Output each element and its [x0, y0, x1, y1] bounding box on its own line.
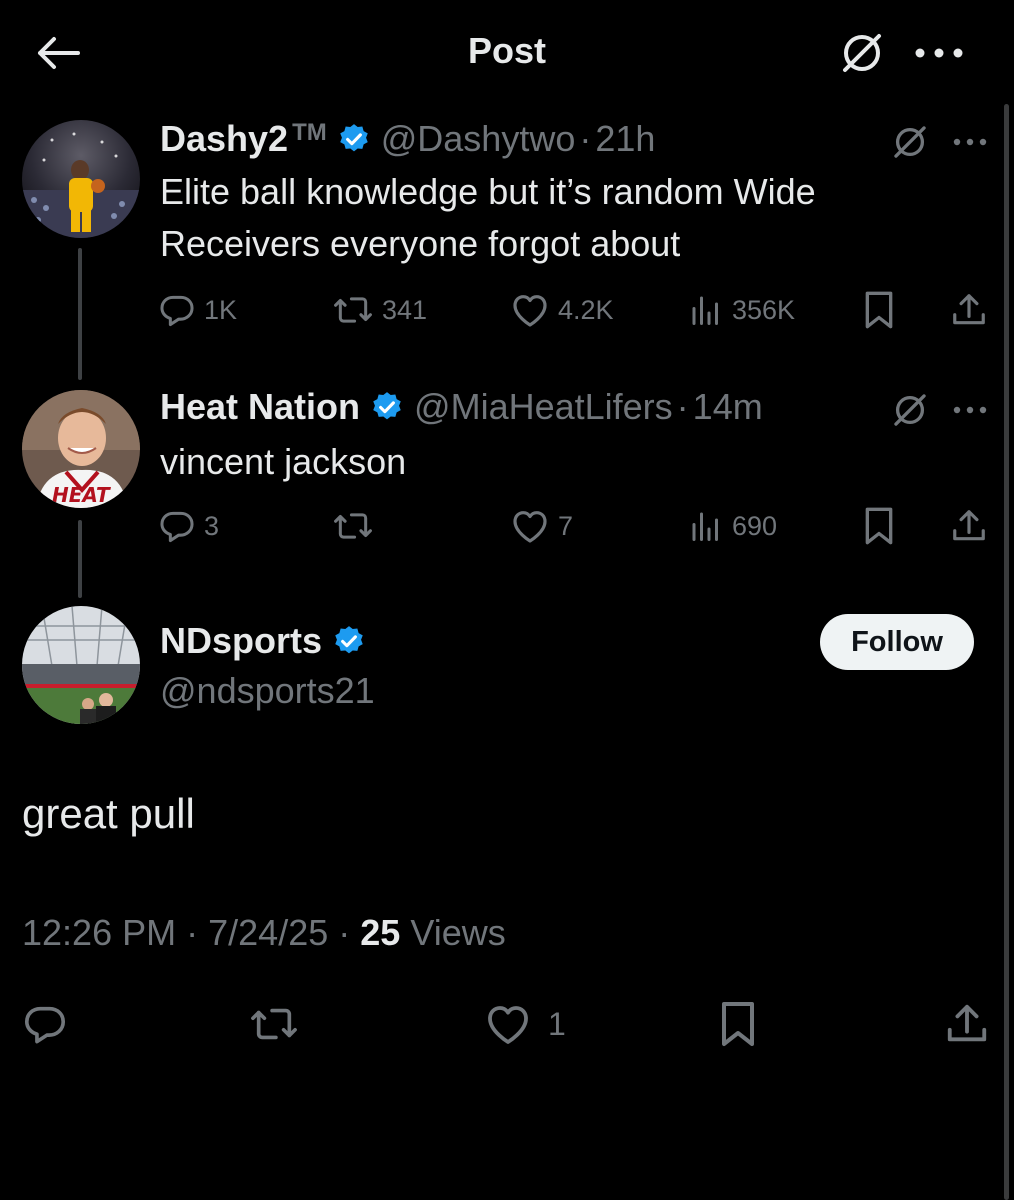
like-count: 4.2K — [558, 294, 614, 325]
share-button[interactable] — [944, 992, 990, 1056]
grok-button[interactable] — [832, 26, 892, 80]
share-button[interactable] — [950, 496, 988, 556]
bookmark-button[interactable] — [862, 496, 896, 556]
views-button[interactable]: 690 — [688, 496, 777, 556]
verified-badge-icon[interactable] — [337, 122, 371, 156]
repost-button[interactable] — [332, 496, 382, 556]
views-count: 356K — [732, 294, 796, 325]
thread-connector-line — [78, 248, 82, 380]
repost-icon — [251, 1008, 297, 1040]
display-name[interactable]: NDsports — [160, 620, 322, 662]
bookmark-button[interactable] — [862, 280, 896, 340]
repost-button[interactable]: 341 — [332, 280, 427, 340]
grok-slash-circle-icon — [894, 394, 926, 426]
share-button[interactable] — [950, 280, 988, 340]
bookmark-icon — [722, 1002, 754, 1046]
post-meta: 12:26 PM · 7/24/25 · 25 Views — [22, 912, 506, 954]
verified-badge-icon[interactable] — [370, 390, 404, 424]
views-count: 690 — [732, 510, 778, 541]
follow-button[interactable]: Follow — [820, 614, 974, 670]
verified-badge-icon[interactable] — [332, 624, 366, 658]
more-button[interactable] — [948, 124, 992, 160]
more-horizontal-icon — [953, 138, 987, 146]
post-time[interactable]: 12:26 PM — [22, 912, 176, 953]
reply-button[interactable] — [22, 992, 68, 1056]
avatar[interactable]: HEAT — [22, 390, 140, 508]
share-upload-icon — [947, 1004, 987, 1042]
separator: · — [186, 912, 199, 953]
post-header: NDsports — [160, 618, 366, 664]
bookmark-icon — [865, 507, 893, 545]
repost-button[interactable] — [248, 992, 300, 1056]
reply-icon — [160, 295, 194, 327]
more-horizontal-icon — [915, 48, 963, 58]
post-text-line: Elite ball knowledge but it’s random Wid… — [160, 171, 816, 212]
handle[interactable]: @MiaHeatLifers — [414, 386, 673, 428]
reply-icon — [160, 511, 194, 543]
like-count: 7 — [558, 510, 574, 541]
post-header: Heat Nation @MiaHeatLifers · 14m — [160, 384, 763, 430]
avatar[interactable] — [22, 606, 140, 724]
like-count: 1 — [548, 1005, 566, 1042]
grok-slash-circle-icon — [894, 126, 926, 158]
more-button[interactable] — [948, 392, 992, 428]
reply-icon — [24, 1006, 66, 1044]
views-chart-icon — [692, 296, 718, 325]
main-action-bar: 1 — [0, 992, 1014, 1056]
share-upload-icon — [953, 294, 985, 325]
handle[interactable]: @Dashytwo — [381, 118, 576, 160]
separator: · — [676, 386, 689, 427]
more-button[interactable] — [904, 26, 974, 80]
svg-text:HEAT: HEAT — [52, 483, 111, 507]
avatar[interactable] — [22, 120, 140, 238]
post-text-line: Receivers everyone forgot about — [160, 223, 681, 264]
views-chart-icon — [692, 512, 718, 541]
post-text: great pull — [22, 790, 195, 837]
reply-count: 3 — [204, 510, 220, 541]
action-bar: 1K 341 4.2K 356K — [158, 280, 998, 340]
like-button[interactable]: 7 — [510, 496, 573, 556]
heart-icon — [513, 511, 547, 543]
share-upload-icon — [953, 510, 985, 541]
grok-slash-circle-icon — [843, 34, 881, 72]
post-date[interactable]: 7/24/25 — [208, 912, 328, 953]
repost-count: 341 — [382, 294, 428, 325]
timestamp[interactable]: 14m — [693, 386, 763, 428]
grok-button[interactable] — [888, 388, 932, 432]
display-name[interactable]: Heat Nation — [160, 386, 360, 428]
repost-icon — [334, 297, 372, 323]
top-bar: Post — [0, 0, 1014, 104]
name-suffix: TM — [292, 119, 327, 146]
views-count: 25 — [360, 912, 401, 953]
display-name[interactable]: Dashy2 — [160, 118, 288, 160]
like-button[interactable]: 4.2K — [510, 280, 614, 340]
timestamp[interactable]: 21h — [595, 118, 655, 160]
post-text-line: vincent jackson — [160, 441, 407, 482]
action-bar: 3 7 690 — [158, 496, 998, 556]
bookmark-button[interactable] — [718, 992, 758, 1056]
bookmark-icon — [865, 291, 893, 329]
post-text: Elite ball knowledge but it’s random Wid… — [160, 166, 816, 270]
reply-count: 1K — [204, 294, 238, 325]
repost-icon — [334, 513, 372, 539]
more-horizontal-icon — [953, 406, 987, 414]
views-label: Views — [410, 912, 506, 953]
handle-row: @ndsports21 — [160, 668, 375, 714]
handle[interactable]: @ndsports21 — [160, 670, 375, 712]
post-text: vincent jackson — [160, 436, 406, 488]
grok-button[interactable] — [888, 120, 932, 164]
heart-icon — [488, 1006, 528, 1044]
separator: · — [338, 912, 351, 953]
separator: · — [579, 118, 592, 159]
post-header: Dashy2 TM @Dashytwo · 21h — [160, 116, 655, 162]
thread-connector-line — [78, 520, 82, 598]
like-button[interactable]: 1 — [484, 992, 566, 1056]
views-button[interactable]: 356K — [688, 280, 795, 340]
heart-icon — [513, 295, 547, 327]
reply-button[interactable]: 1K — [158, 280, 237, 340]
reply-button[interactable]: 3 — [158, 496, 219, 556]
